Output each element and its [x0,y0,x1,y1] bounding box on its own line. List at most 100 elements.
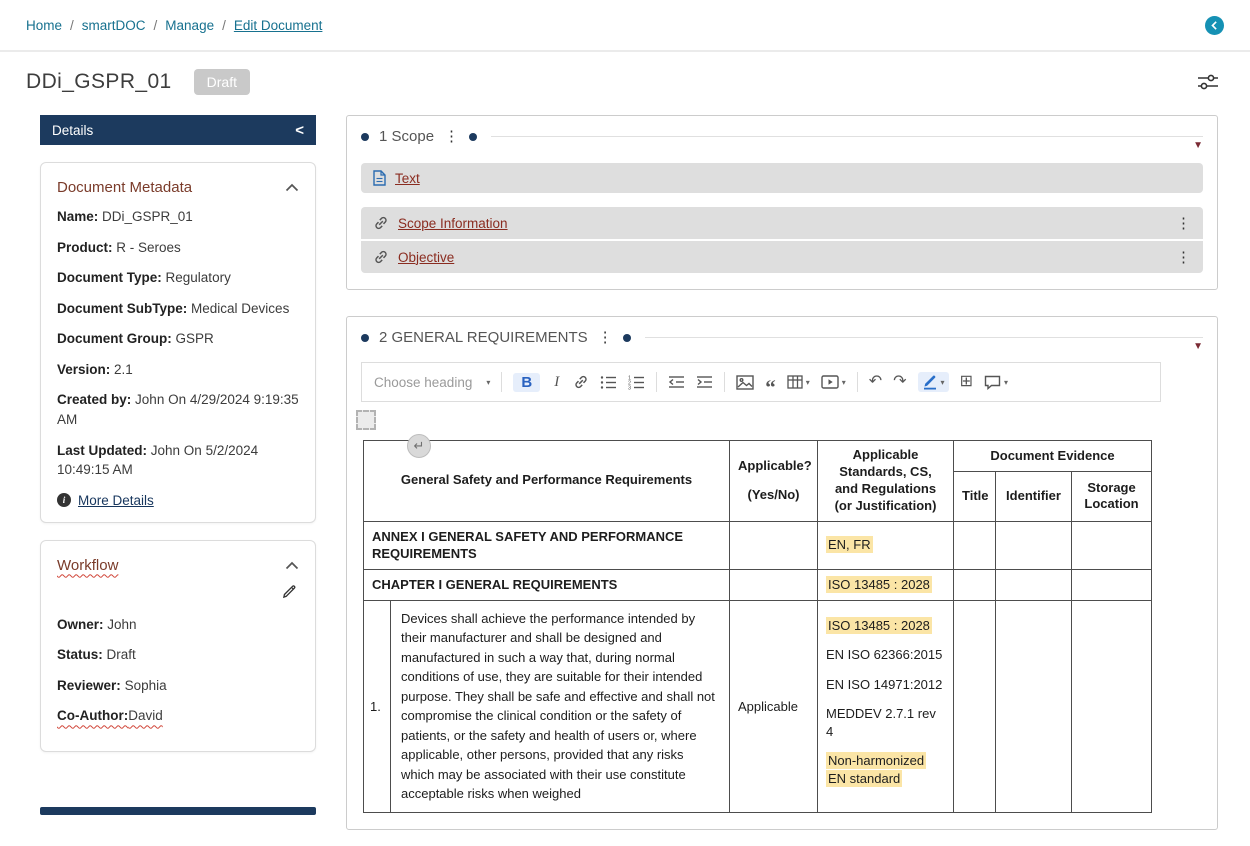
italic-button[interactable]: I [551,374,562,391]
title-cell[interactable] [954,569,996,600]
gspr-table-body: ANNEX I GENERAL SAFETY AND PERFORMANCE R… [364,521,1152,812]
details-panel-header[interactable]: Details < [40,115,316,145]
scope-text-link[interactable]: Text [395,171,420,186]
standard-item: MEDDEV 2.7.1 rev 4 [826,705,945,741]
section-collapse-icon[interactable]: ▼ [1193,140,1203,151]
section-divider [491,136,1203,137]
identifier-cell[interactable] [996,600,1072,812]
requirement-cell[interactable]: 1. Devices shall achieve the performance… [364,600,730,812]
workflow-field-status: Status: Draft [57,645,299,665]
objective-row[interactable]: Objective ⋮ [361,239,1203,273]
header-identifier-cell[interactable]: Identifier [996,472,1072,521]
field-label: Document SubType: [57,301,187,316]
heading-select[interactable]: Choose heading ▾ [374,375,490,390]
toolbar-separator [656,372,657,392]
settings-sliders-icon[interactable] [1196,73,1220,91]
insert-table-button[interactable]: ▾ [787,375,810,389]
toolbar-separator [857,372,858,392]
header-applicable-cell[interactable]: Applicable? (Yes/No) [730,441,818,522]
numbered-list-button[interactable]: 123 [628,375,645,390]
section-collapse-icon[interactable]: ▼ [1193,341,1203,352]
header-applicable-line2: (Yes/No) [738,487,809,504]
applicable-cell[interactable] [730,569,818,600]
header-standards-cell[interactable]: Applicable Standards, CS, and Regulation… [818,441,954,522]
kebab-menu-icon[interactable]: ⋮ [444,129,459,144]
chevron-up-icon[interactable] [285,183,299,192]
identifier-cell[interactable] [996,521,1072,569]
standard-item: EN ISO 14971:2012 [826,676,945,694]
scope-text-block[interactable]: Text [361,163,1203,193]
blockquote-button[interactable]: “ [765,383,776,391]
breadcrumb-manage[interactable]: Manage [165,18,214,33]
bullet-list-button[interactable] [600,375,617,390]
collapse-left-icon[interactable]: < [295,123,304,138]
undo-button[interactable]: ↶ [869,374,882,390]
requirement-cell[interactable]: ANNEX I GENERAL SAFETY AND PERFORMANCE R… [364,521,730,569]
section-title: 2 GENERAL REQUIREMENTS [379,329,588,346]
title-cell[interactable] [954,600,996,812]
content: Details < Document Metadata Name: DDi_GS… [0,99,1250,846]
field-value: Sophia [125,678,167,693]
field-value: Draft [107,647,136,662]
workflow-card: Workflow Owner: John Status: Draft Revie… [40,540,316,752]
insert-link-button[interactable] [573,374,589,390]
identifier-cell[interactable] [996,569,1072,600]
section-title: 1 Scope [379,128,434,145]
breadcrumb-edit-document[interactable]: Edit Document [234,18,323,33]
title-cell[interactable] [954,521,996,569]
metadata-field-product: Product: R - Seroes [57,238,299,258]
scope-information-link[interactable]: Scope Information [398,216,508,231]
comment-button[interactable]: ▾ [984,375,1008,390]
link-icon [373,215,389,231]
breadcrumb-separator: / [222,18,226,33]
toolbar-separator [724,372,725,392]
table-row-chapter: CHAPTER I GENERAL REQUIREMENTS ISO 13485… [364,569,1152,600]
requirement-cell[interactable]: CHAPTER I GENERAL REQUIREMENTS [364,569,730,600]
insert-image-button[interactable] [736,375,754,390]
applicable-cell[interactable]: Applicable [730,600,818,812]
storage-cell[interactable] [1072,600,1152,812]
bold-button[interactable]: B [513,373,540,392]
more-details-link[interactable]: More Details [78,493,154,508]
more-details-row: i More Details [57,493,299,508]
breadcrumb-home[interactable]: Home [26,18,62,33]
objective-link[interactable]: Objective [398,250,454,265]
header-evidence-group-cell[interactable]: Document Evidence [954,441,1152,472]
storage-cell[interactable] [1072,569,1152,600]
header-storage-cell[interactable]: Storage Location [1072,472,1152,521]
scope-information-row[interactable]: Scope Information ⋮ [361,207,1203,239]
requirement-text[interactable]: Devices shall achieve the performance in… [391,601,729,812]
highlight-pen-icon [922,374,938,390]
storage-cell[interactable] [1072,521,1152,569]
kebab-menu-icon[interactable]: ⋮ [1176,216,1191,231]
header-title-cell[interactable]: Title [954,472,996,521]
edit-pencil-icon[interactable] [282,584,297,604]
applicable-cell[interactable] [730,521,818,569]
standards-cell[interactable]: ISO 13485 : 2028 EN ISO 62366:2015 EN IS… [818,600,954,812]
insert-media-button[interactable]: ▾ [821,375,846,389]
outdent-button[interactable] [668,375,685,389]
metadata-field-name: Name: DDi_GSPR_01 [57,207,299,227]
standards-cell[interactable]: EN, FR [818,521,954,569]
editor-canvas[interactable]: ↵ General Safety and Performance Require… [361,410,1161,813]
section-bullet-icon [623,334,631,342]
indent-button[interactable] [696,375,713,389]
chevron-down-icon: ▾ [806,378,810,387]
metadata-field-doc-group: Document Group: GSPR [57,329,299,349]
metadata-field-doc-subtype: Document SubType: Medical Devices [57,299,299,319]
insert-placeholder-button[interactable]: ⊞ [960,374,973,390]
main-document-area: 1 Scope ⋮ ▼ Text Scope Information ⋮ Obj… [346,115,1218,846]
breadcrumb-smartdoc[interactable]: smartDOC [82,18,146,33]
redo-button[interactable]: ↷ [893,374,906,390]
metadata-card-title: Document Metadata [57,179,192,196]
standards-cell[interactable]: ISO 13485 : 2028 [818,569,954,600]
highlight-pen-button[interactable]: ▾ [918,372,949,392]
table-drag-handle-icon[interactable] [356,410,376,430]
title-row: DDi_GSPR_01 Draft [0,52,1250,99]
kebab-menu-icon[interactable]: ⋮ [1176,250,1191,265]
kebab-menu-icon[interactable]: ⋮ [598,330,613,345]
return-arrow-icon[interactable]: ↵ [407,434,431,458]
chevron-up-icon[interactable] [285,561,299,570]
section-general-requirements-head: 2 GENERAL REQUIREMENTS ⋮ [361,329,1203,346]
collapse-page-button[interactable] [1205,16,1224,35]
